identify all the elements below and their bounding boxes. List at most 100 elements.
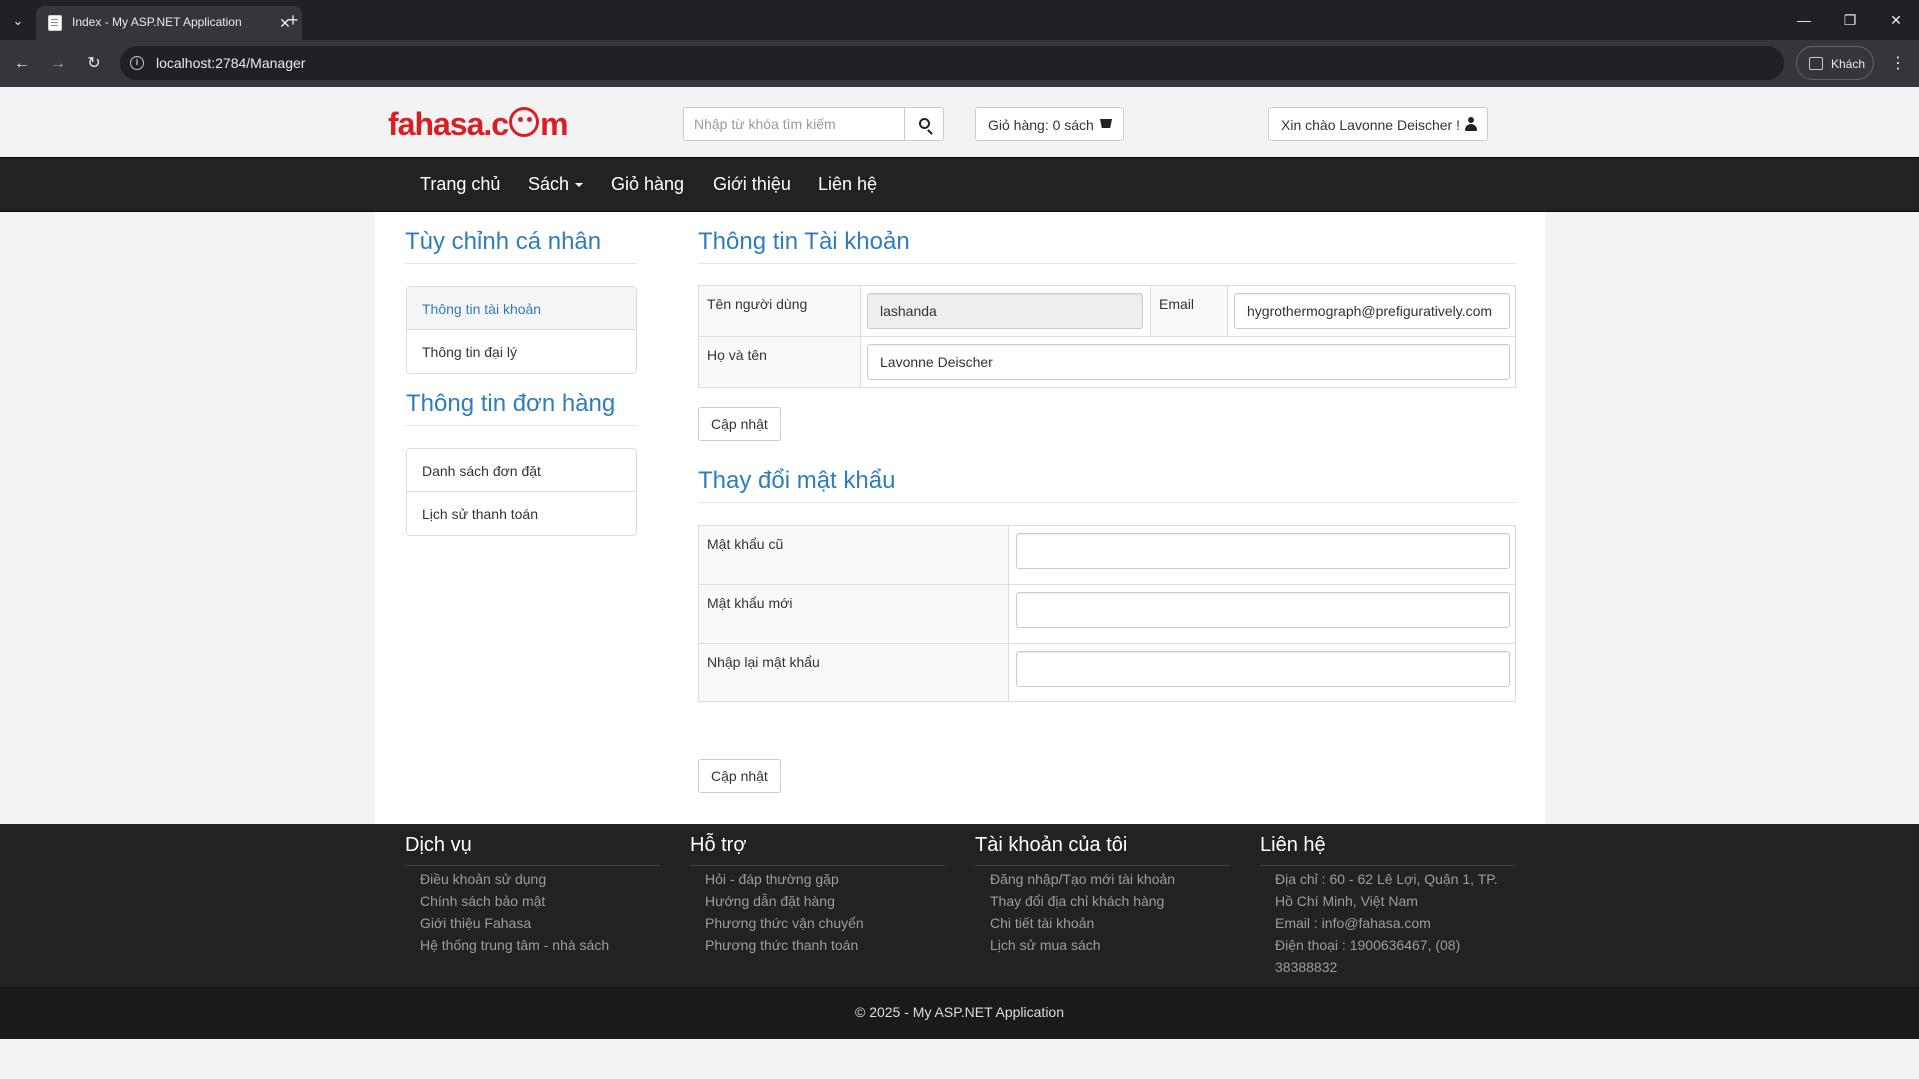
tab-title: Index - My ASP.NET Application [72, 15, 242, 29]
order-info-heading: Thông tin đơn hàng [406, 390, 616, 417]
search-input[interactable] [683, 107, 905, 141]
personal-settings-list: Thông tin tài khoản Thông tin đại lý [406, 286, 637, 374]
nav-about[interactable]: Giới thiệu [713, 174, 791, 195]
fahasa-logo[interactable]: fahasa.c m [388, 105, 569, 143]
site-footer: Dịch vụ Điều khoản sử dụng Chính sách bả… [0, 824, 1919, 987]
footer-link[interactable]: Hệ thống trung tâm - nhà sách [420, 934, 660, 956]
logo-text: fahasa.c [388, 106, 509, 142]
email-field[interactable] [1234, 293, 1510, 329]
divider [690, 865, 945, 866]
footer-phone: Điện thoại : 1900636467, (08) 38388832 [1275, 937, 1461, 975]
change-password-heading: Thay đổi mật khẩu [698, 467, 896, 494]
fullname-field[interactable] [867, 344, 1510, 380]
nav-books[interactable]: Sách [528, 174, 584, 195]
sidebar-item-order-list[interactable]: Danh sách đơn đặt [407, 449, 636, 492]
forward-arrow-icon[interactable]: → [46, 52, 70, 76]
browser-tab-bar: ⌄ Index - My ASP.NET Application ✕ + — ❐… [0, 0, 1919, 40]
footer-link[interactable]: Đăng nhập/Tạo mới tài khoản [990, 868, 1230, 890]
back-arrow-icon[interactable]: ← [10, 52, 34, 76]
profile-icon [1809, 57, 1823, 70]
new-password-field[interactable] [1016, 592, 1510, 628]
account-info-heading: Thông tin Tài khoản [698, 228, 910, 255]
footer-link[interactable]: Phương thức thanh toán [705, 934, 945, 956]
divider [405, 865, 660, 866]
caret-down-icon [575, 183, 584, 188]
footer-link[interactable]: Chi tiết tài khoản [990, 912, 1230, 934]
reload-icon[interactable]: ↻ [82, 52, 106, 76]
footer-link[interactable]: Chính sách bảo mật [420, 890, 660, 912]
nav-cart[interactable]: Giỏ hàng [611, 174, 684, 195]
footer-link[interactable]: Hỏi - đáp thường gặp [705, 868, 945, 890]
divider [698, 502, 1516, 503]
cart-button[interactable]: Giỏ hàng: 0 sách [975, 107, 1124, 141]
order-info-list: Danh sách đơn đặt Lịch sử thanh toán [406, 448, 637, 536]
update-account-button[interactable]: Cập nhật [698, 407, 781, 441]
old-password-field[interactable] [1016, 533, 1510, 569]
logo-face-icon [509, 107, 540, 137]
personal-settings-heading: Tùy chỉnh cá nhân [405, 228, 602, 255]
browser-toolbar: ← → ↻ i localhost:2784/Manager Khách ⋮ [0, 40, 1919, 87]
divider [405, 425, 637, 426]
footer-heading: Liên hệ [1260, 834, 1326, 856]
page-bottom [0, 1039, 1919, 1079]
minimize-icon[interactable]: — [1790, 8, 1818, 32]
divider [698, 263, 1516, 264]
tab-search-chevron-icon[interactable]: ⌄ [6, 10, 30, 32]
sidebar-item-payment-history[interactable]: Lịch sử thanh toán [407, 492, 636, 535]
address-bar[interactable]: i localhost:2784/Manager [120, 46, 1784, 80]
confirm-password-field[interactable] [1016, 651, 1510, 687]
restore-icon[interactable]: ❐ [1836, 8, 1864, 32]
footer-link[interactable]: Điều khoản sử dụng [420, 868, 660, 890]
search-icon [919, 118, 930, 129]
url-text[interactable]: localhost:2784/Manager [156, 55, 305, 71]
username-label: Tên người dùng [699, 286, 861, 336]
footer-address: Địa chỉ : 60 - 62 Lê Lợi, Quận 1, TP. Hồ… [1275, 871, 1498, 909]
account-info-table: Tên người dùng Email Họ và tên [698, 285, 1516, 388]
site-header: fahasa.c m Giỏ hàng: 0 sách Xin chào Lavo… [0, 87, 1919, 157]
divider [1260, 865, 1515, 866]
footer-link[interactable]: Giới thiệu Fahasa [420, 912, 660, 934]
window-close-icon[interactable]: ✕ [1882, 8, 1910, 32]
shopping-cart-icon [1100, 119, 1112, 128]
footer-link[interactable]: Phương thức vận chuyển [705, 912, 945, 934]
page-document-icon [48, 15, 62, 31]
guest-label: Khách [1831, 57, 1866, 71]
main-content: Tùy chỉnh cá nhân Thông tin tài khoản Th… [375, 212, 1545, 824]
sidebar-item-account-info[interactable]: Thông tin tài khoản [407, 287, 636, 330]
search-button[interactable] [904, 107, 944, 141]
nav-contact[interactable]: Liên hệ [818, 174, 877, 195]
footer-heading: Hỗ trợ [690, 834, 747, 856]
footer-link[interactable]: Hướng dẫn đặt hàng [705, 890, 945, 912]
divider [975, 865, 1230, 866]
user-icon [1465, 117, 1477, 131]
old-password-label: Mật khẩu cũ [699, 526, 1009, 584]
fullname-label: Họ và tên [699, 337, 861, 387]
cart-label: Giỏ hàng: 0 sách [988, 117, 1094, 133]
nav-books-label: Sách [528, 174, 570, 194]
nav-home[interactable]: Trang chủ [420, 174, 500, 195]
user-greeting: Xin chào Lavonne Deischer ! [1281, 117, 1460, 133]
main-navbar: Trang chủ Sách Giỏ hàng Giới thiệu Liên … [0, 157, 1919, 212]
browser-menu-icon[interactable]: ⋮ [1888, 52, 1908, 76]
footer-heading: Dịch vụ [405, 834, 472, 856]
logo-text-end: m [540, 106, 568, 142]
browser-tab[interactable]: Index - My ASP.NET Application ✕ [36, 6, 302, 40]
username-field[interactable] [867, 293, 1143, 329]
footer-link[interactable]: Thay đổi địa chỉ khách hàng [990, 890, 1230, 912]
site-info-icon[interactable]: i [130, 56, 144, 70]
sidebar-item-agency-info[interactable]: Thông tin đại lý [407, 330, 636, 373]
divider [405, 263, 637, 264]
change-password-table: Mật khẩu cũ Mật khẩu mới Nhập lại mật kh… [698, 525, 1516, 702]
new-password-label: Mật khẩu mới [699, 585, 1009, 643]
copyright-text: © 2025 - My ASP.NET Application [854, 1004, 1065, 1020]
guest-profile-button[interactable]: Khách [1796, 46, 1874, 80]
footer-heading: Tài khoản của tôi [975, 834, 1128, 856]
footer-link[interactable]: Lịch sử mua sách [990, 934, 1230, 956]
confirm-password-label: Nhập lại mật khẩu [699, 644, 1009, 701]
email-label: Email [1150, 286, 1228, 336]
copyright-bar: © 2025 - My ASP.NET Application [0, 987, 1919, 1039]
new-tab-icon[interactable]: + [282, 9, 304, 31]
footer-email: Email : info@fahasa.com [1275, 915, 1431, 931]
user-greeting-button[interactable]: Xin chào Lavonne Deischer ! [1268, 107, 1488, 141]
update-password-button[interactable]: Cập nhật [698, 759, 781, 793]
